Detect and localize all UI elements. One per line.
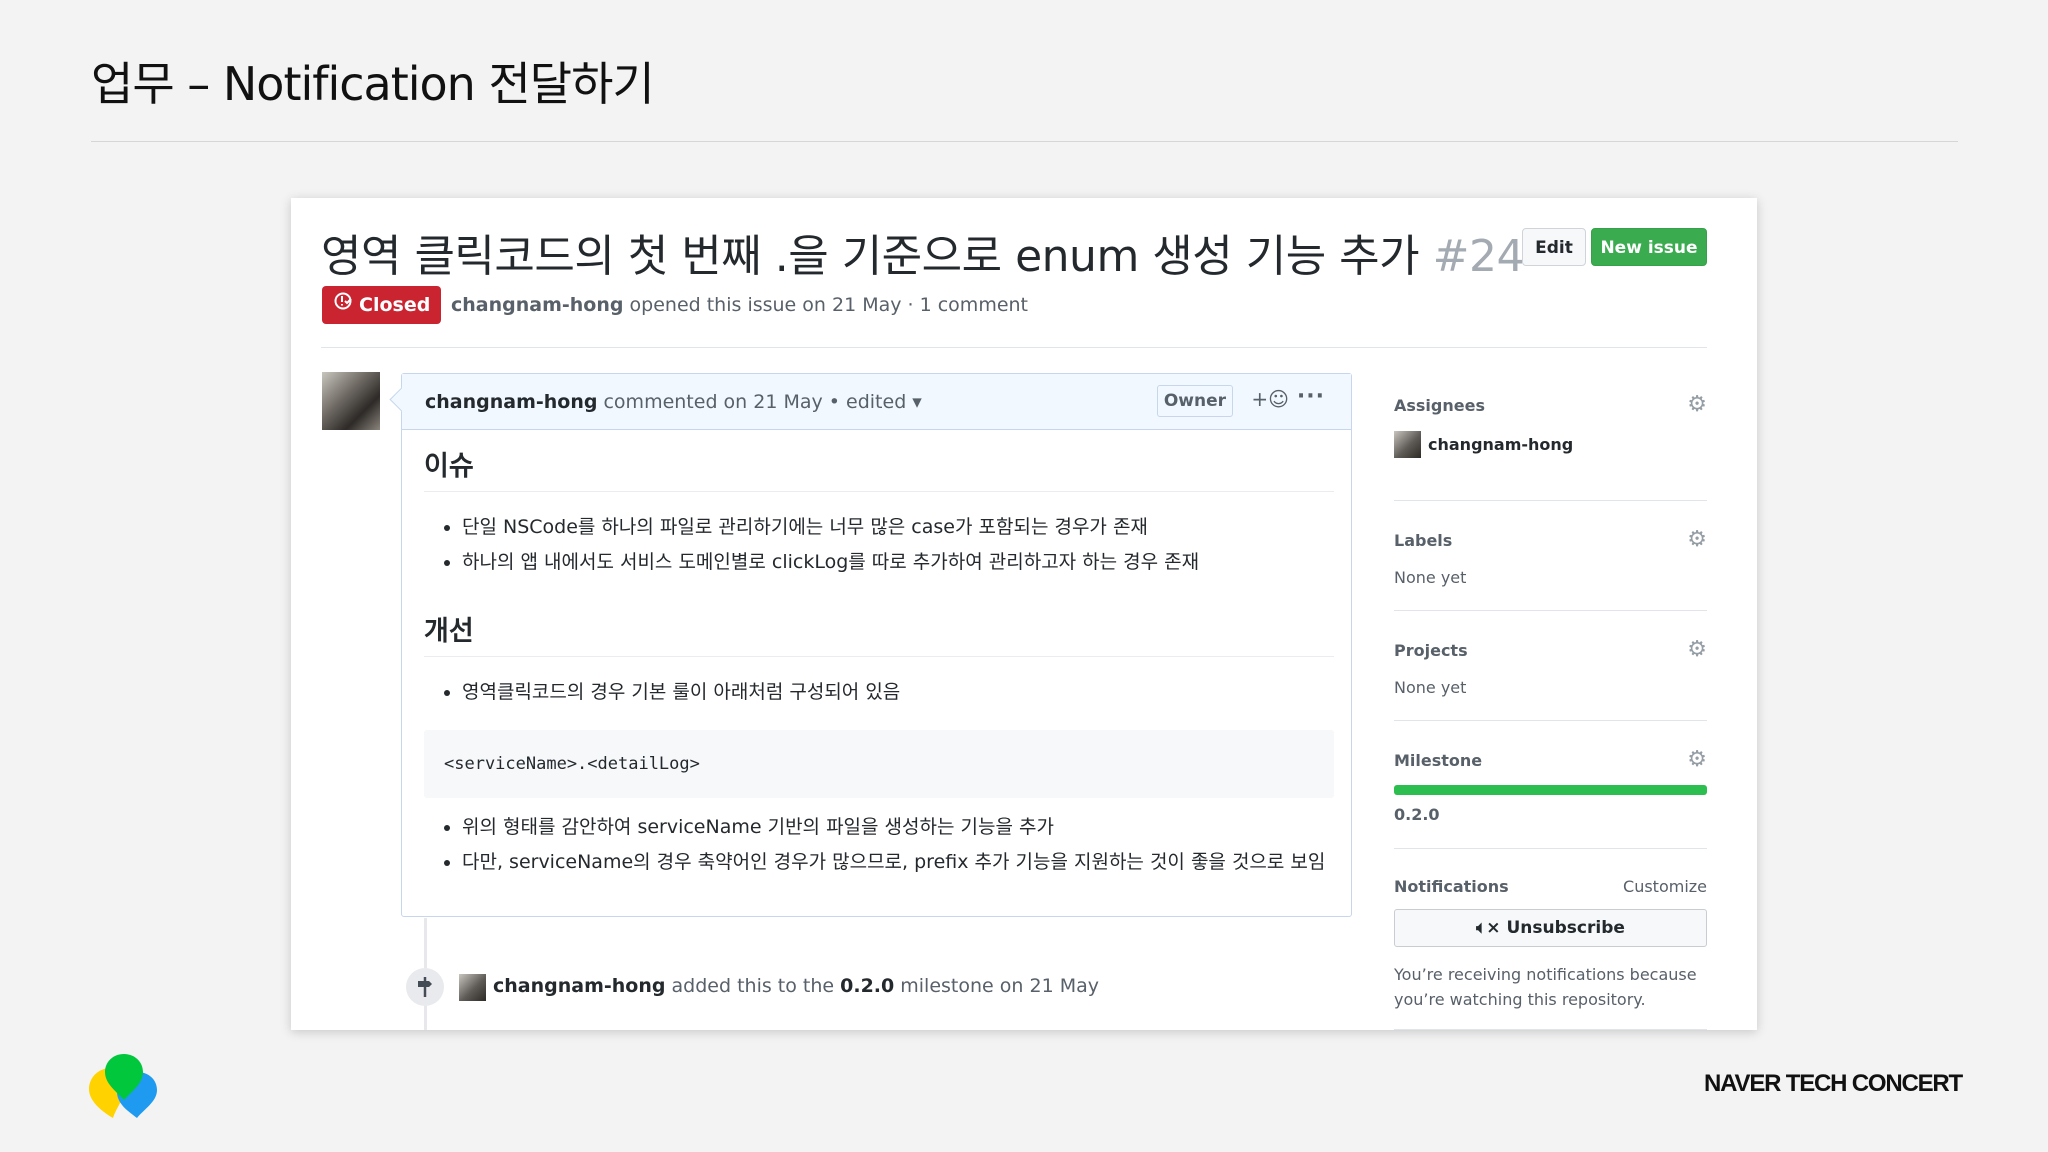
assignees-label[interactable]: Assignees — [1394, 396, 1485, 415]
list-item: 하나의 앱 내에서도 서비스 도메인별로 clickLog를 따로 추가하여 관… — [462, 545, 1334, 580]
kebab-icon[interactable]: ··· — [1297, 384, 1325, 409]
comment-author-link[interactable]: changnam-hong — [425, 391, 597, 413]
mute-icon: 🔈︎× — [1476, 918, 1501, 938]
projects-label[interactable]: Projects — [1394, 641, 1468, 660]
naver-logo — [89, 1054, 157, 1118]
brand-wordmark: NAVER TECH CONCERT — [1704, 1070, 1963, 1097]
event-milestone-link[interactable]: 0.2.0 — [840, 975, 894, 997]
avatar[interactable] — [322, 372, 380, 430]
avatar[interactable] — [459, 974, 486, 1001]
issue-title: 영역 클릭코드의 첫 번째 .을 기준으로 enum 생성 기능 추가 #24 — [321, 220, 1525, 284]
sidebar-milestone: Milestone ⚙ 0.2.0 — [1394, 721, 1707, 849]
list-item: 위의 형태를 감안하여 serviceName 기반의 파일을 생성하는 기능을… — [462, 810, 1334, 845]
improvement-list-b: 위의 형태를 감안하여 serviceName 기반의 파일을 생성하는 기능을… — [424, 810, 1334, 880]
sidebar-projects: Projects ⚙ None yet — [1394, 611, 1707, 721]
status-badge: Closed — [322, 286, 442, 324]
projects-value: None yet — [1394, 678, 1467, 697]
notifications-label: Notifications — [1394, 877, 1509, 896]
smiley-icon[interactable]: +☺ — [1251, 387, 1289, 411]
improvement-list-a: 영역클릭코드의 경우 기본 룰이 아래처럼 구성되어 있음 — [424, 675, 1334, 710]
milestone-value[interactable]: 0.2.0 — [1394, 805, 1440, 824]
slide-divider — [91, 141, 1958, 142]
event-text: milestone on 21 May — [894, 975, 1099, 997]
gear-icon[interactable]: ⚙ — [1687, 747, 1707, 772]
issue-list: 단일 NSCode를 하나의 파일로 관리하기에는 너무 많은 case가 포함… — [424, 510, 1334, 580]
gear-icon[interactable]: ⚙ — [1687, 637, 1707, 662]
sidebar-assignees: Assignees ⚙ changnam-hong — [1394, 388, 1707, 501]
list-item: 영역클릭코드의 경우 기본 룰이 아래처럼 구성되어 있음 — [462, 675, 1334, 710]
issue-screenshot: 영역 클릭코드의 첫 번째 .을 기준으로 enum 생성 기능 추가 #24 … — [291, 198, 1757, 1030]
timeline-event: changnam-hong added this to the 0.2.0 mi… — [493, 975, 1099, 997]
list-item: 단일 NSCode를 하나의 파일로 관리하기에는 너무 많은 case가 포함… — [462, 510, 1334, 545]
edit-button[interactable]: Edit — [1522, 228, 1586, 266]
assignee-name: changnam-hong — [1428, 435, 1574, 454]
issue-author-link[interactable]: changnam-hong — [451, 294, 623, 316]
unsubscribe-label: Unsubscribe — [1506, 918, 1625, 938]
header-divider — [321, 347, 1707, 348]
list-item: 다만, serviceName의 경우 축약어인 경우가 많으므로, prefi… — [462, 845, 1334, 880]
event-author-link[interactable]: changnam-hong — [493, 975, 665, 997]
heading-issue: 이슈 — [424, 429, 1334, 492]
comment-meta[interactable]: commented on 21 May • edited ▾ — [603, 391, 921, 413]
customize-link[interactable]: Customize — [1623, 877, 1707, 896]
heading-improvement: 개선 — [424, 594, 1334, 657]
milestone-progress-fill — [1394, 785, 1707, 795]
status-text: Closed — [359, 294, 431, 316]
milestone-progress — [1394, 785, 1707, 795]
owner-badge: Owner — [1156, 385, 1233, 417]
labels-label[interactable]: Labels — [1394, 531, 1452, 550]
slide-title: 업무 – Notification 전달하기 — [91, 57, 655, 111]
avatar — [1394, 431, 1421, 458]
gear-icon[interactable]: ⚙ — [1687, 392, 1707, 417]
sidebar: Assignees ⚙ changnam-hong Labels ⚙ None … — [1394, 388, 1707, 1030]
new-issue-button[interactable]: New issue — [1591, 228, 1707, 266]
comment-body: 이슈 단일 NSCode를 하나의 파일로 관리하기에는 너무 많은 case가… — [424, 429, 1334, 880]
code-block: <serviceName>.<detailLog> — [424, 730, 1334, 798]
issue-meta-text: opened this issue on 21 May · 1 comment — [623, 294, 1029, 316]
issue-meta: changnam-hong opened this issue on 21 Ma… — [451, 294, 1028, 316]
sidebar-notifications: Notifications Customize 🔈︎× Unsubscribe … — [1394, 849, 1707, 1030]
comment-header: changnam-hong commented on 21 May • edit… — [402, 374, 1351, 430]
notification-notice: You’re receiving notifications because y… — [1394, 965, 1697, 1009]
issue-title-text: 영역 클릭코드의 첫 번째 .을 기준으로 enum 생성 기능 추가 — [321, 231, 1420, 282]
gear-icon[interactable]: ⚙ — [1687, 527, 1707, 552]
labels-value: None yet — [1394, 568, 1467, 587]
closed-issue-icon — [333, 286, 353, 324]
milestone-label[interactable]: Milestone — [1394, 751, 1482, 770]
sidebar-labels: Labels ⚙ None yet — [1394, 501, 1707, 611]
assignee[interactable]: changnam-hong — [1394, 431, 1573, 458]
milestone-icon — [406, 968, 444, 1006]
comment-box: changnam-hong commented on 21 May • edit… — [389, 373, 1352, 917]
issue-number: #24 — [1432, 231, 1525, 282]
event-text: added this to the — [665, 975, 841, 997]
unsubscribe-button[interactable]: 🔈︎× Unsubscribe — [1394, 909, 1707, 947]
